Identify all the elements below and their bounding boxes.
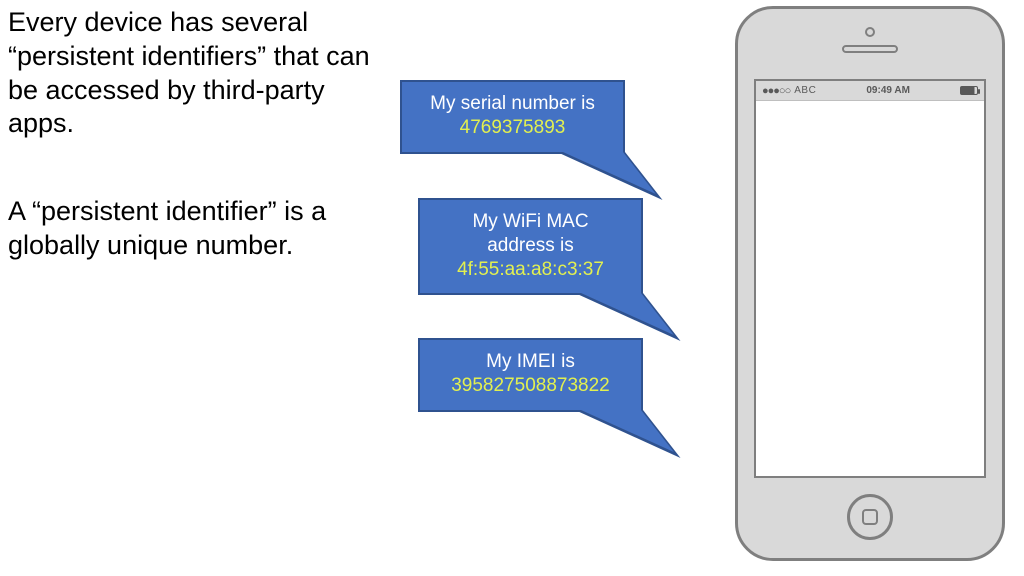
speech-bubble-serial: My serial number is 4769375893	[400, 80, 625, 154]
serial-label: My serial number is	[414, 92, 611, 116]
imei-value: 395827508873822	[432, 374, 629, 398]
signal-strength-icon: ●●●○○	[762, 85, 790, 97]
status-bar: ●●●○○ ABC 09:49 AM	[756, 81, 984, 101]
intro-paragraph-2: A “persistent identifier” is a globally …	[8, 195, 388, 263]
battery-icon	[960, 86, 978, 95]
speech-bubble-imei: My IMEI is 395827508873822	[418, 338, 643, 412]
wifi-mac-value: 4f:55:aa:a8:c3:37	[432, 258, 629, 282]
phone-mockup: ●●●○○ ABC 09:49 AM	[735, 6, 1005, 561]
serial-value: 4769375893	[414, 116, 611, 140]
phone-earpiece-icon	[842, 45, 898, 53]
intro-paragraph-1: Every device has several “persistent ide…	[8, 6, 388, 141]
phone-camera-icon	[865, 27, 875, 37]
home-button-icon	[862, 509, 878, 525]
imei-label: My IMEI is	[432, 350, 629, 374]
carrier-label: ABC	[794, 85, 816, 96]
wifi-label-line1: My WiFi MAC	[432, 210, 629, 234]
home-button[interactable]	[847, 494, 893, 540]
speech-bubble-wifi-mac: My WiFi MAC address is 4f:55:aa:a8:c3:37	[418, 198, 643, 295]
wifi-label-line2: address is	[432, 234, 629, 258]
phone-screen: ●●●○○ ABC 09:49 AM	[754, 79, 986, 478]
status-time: 09:49 AM	[866, 85, 910, 96]
